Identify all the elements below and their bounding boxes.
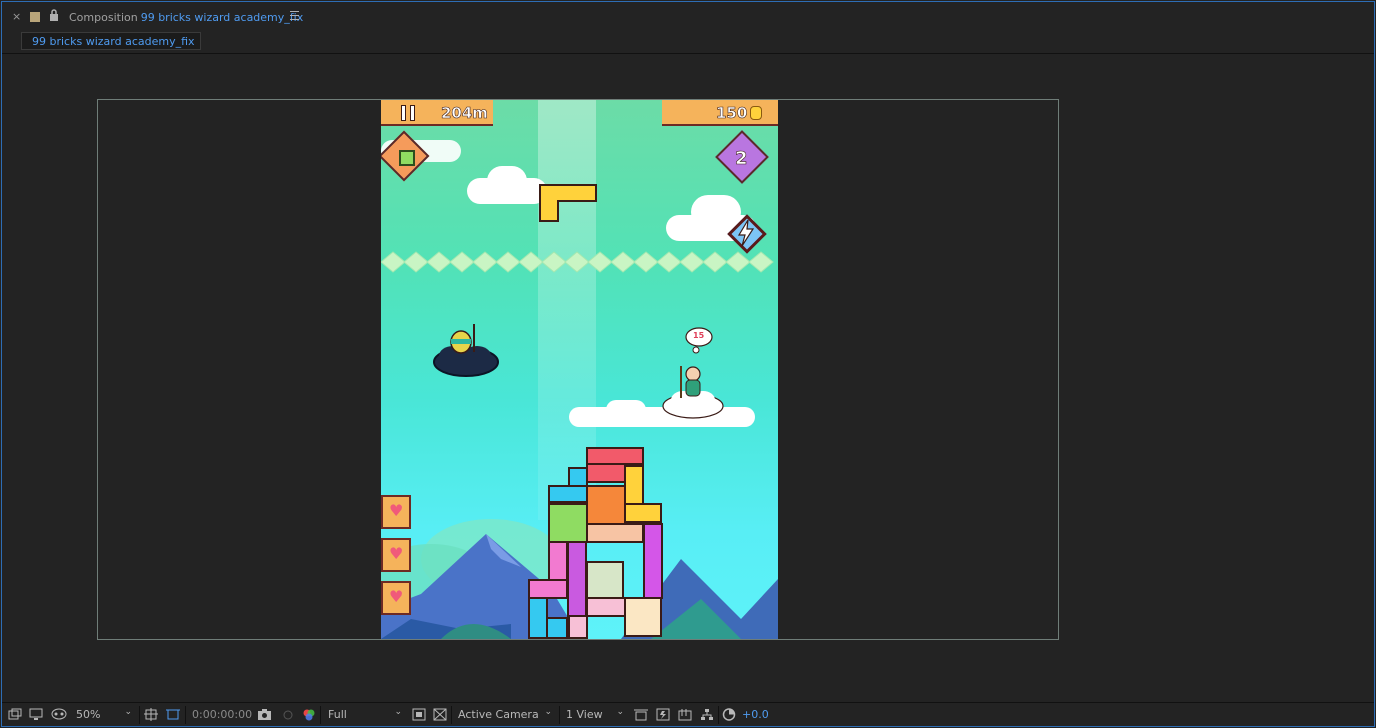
toggle-pixel-aspect-icon[interactable] — [634, 708, 648, 721]
brick-magenta — [643, 523, 663, 599]
chevron-down-icon: ⌄ — [394, 707, 402, 717]
brick-cream — [624, 597, 662, 637]
fast-previews-icon[interactable] — [656, 708, 670, 721]
brick-pink — [528, 579, 568, 599]
transparency-grid-icon[interactable] — [166, 708, 180, 721]
brick-yellow — [624, 503, 662, 523]
snapshot-camera-icon[interactable] — [257, 708, 272, 721]
pause-icon[interactable] — [401, 105, 415, 121]
brick-pink-light — [586, 597, 626, 617]
distance-hud: 204m — [381, 100, 493, 126]
level-number: 2 — [735, 148, 748, 170]
brick-red — [586, 463, 626, 483]
viewer-footer-toolbar: 50% ⌄ 0:00:00:00 Full ⌄ Active Camera ⌄ 1 V… — [2, 702, 1374, 726]
wizard-on-cloud — [662, 366, 724, 419]
brick-cream — [586, 561, 624, 599]
panel-title: Composition 99 bricks wizard academy_fix — [69, 11, 303, 24]
camera-view-value: Active Camera — [458, 708, 539, 721]
monitor-icon[interactable] — [29, 708, 43, 721]
composition-panel-header: × Composition 99 bricks wizard academy_fi… — [2, 2, 1374, 30]
composition-tab[interactable]: 99 bricks wizard academy_fix — [21, 32, 201, 50]
resolution-dropdown[interactable]: Full ⌄ — [324, 706, 406, 724]
chevron-down-icon: ⌄ — [124, 707, 132, 717]
resolution-grid-icon[interactable] — [144, 708, 158, 721]
falling-yellow-brick — [539, 200, 559, 222]
green-square-icon — [399, 150, 415, 166]
brick-cyan — [528, 597, 548, 639]
lightning-icon — [737, 219, 755, 247]
life-heart: ♥ — [381, 495, 411, 529]
dark-wizard-cloud — [433, 324, 499, 377]
height-goal-line — [381, 251, 774, 273]
chevron-down-icon: ⌄ — [544, 707, 552, 717]
brick-cyan — [546, 617, 568, 639]
flowchart-icon[interactable] — [700, 708, 714, 721]
composition-viewer[interactable]: 204m 150 2 15 ♥ ♥ ♥ — [2, 55, 1374, 702]
resolution-value: Full — [328, 708, 347, 721]
coin-icon — [750, 106, 762, 120]
brick-peach — [586, 523, 644, 543]
chevron-down-icon: ⌄ — [616, 707, 624, 717]
cloud — [691, 195, 741, 229]
brick-orange — [586, 485, 626, 525]
lock-icon[interactable] — [49, 9, 59, 21]
thought-bubble-number: 15 — [693, 331, 705, 340]
brick-green — [548, 503, 588, 543]
show-snapshot-icon[interactable] — [281, 708, 295, 721]
life-heart: ♥ — [381, 538, 411, 572]
magnification-value: 50% — [76, 708, 101, 721]
coins-hud: 150 — [662, 100, 778, 126]
mask-visibility-icon[interactable] — [51, 708, 67, 721]
view-layout-dropdown[interactable]: 1 View ⌄ — [562, 706, 628, 724]
composition-name: 99 bricks wizard academy_fix — [140, 11, 304, 24]
coins-value: 150 — [716, 104, 748, 123]
toggle-transparency-grid-icon[interactable] — [433, 708, 447, 721]
brick-violet — [567, 541, 587, 617]
distance-value: 204m — [441, 104, 489, 123]
cloud — [487, 166, 527, 196]
region-of-interest-icon[interactable] — [412, 708, 426, 721]
panel-menu-icon[interactable] — [290, 11, 299, 20]
color-channels-icon[interactable] — [302, 708, 316, 721]
close-panel-icon[interactable]: × — [12, 10, 21, 23]
camera-view-dropdown[interactable]: Active Camera ⌄ — [454, 706, 556, 724]
game-frame: 204m 150 2 15 ♥ ♥ ♥ — [381, 100, 778, 639]
cloud — [606, 400, 646, 420]
current-time[interactable]: 0:00:00:00 — [192, 708, 252, 721]
timeline-icon[interactable] — [678, 708, 692, 721]
view-layout-value: 1 View — [566, 708, 603, 721]
exposure-value[interactable]: +0.0 — [742, 708, 769, 721]
brick-pink-light — [568, 615, 588, 639]
magnification-dropdown[interactable]: 50% ⌄ — [72, 706, 136, 724]
label-color-swatch[interactable] — [30, 12, 40, 22]
brick-cyan — [568, 467, 588, 487]
composition-tab-bar: 99 bricks wizard academy_fix — [2, 30, 1374, 54]
always-preview-icon[interactable] — [8, 708, 22, 721]
panel-label: Composition — [69, 11, 138, 24]
reset-exposure-icon[interactable] — [722, 708, 736, 721]
life-heart: ♥ — [381, 581, 411, 615]
